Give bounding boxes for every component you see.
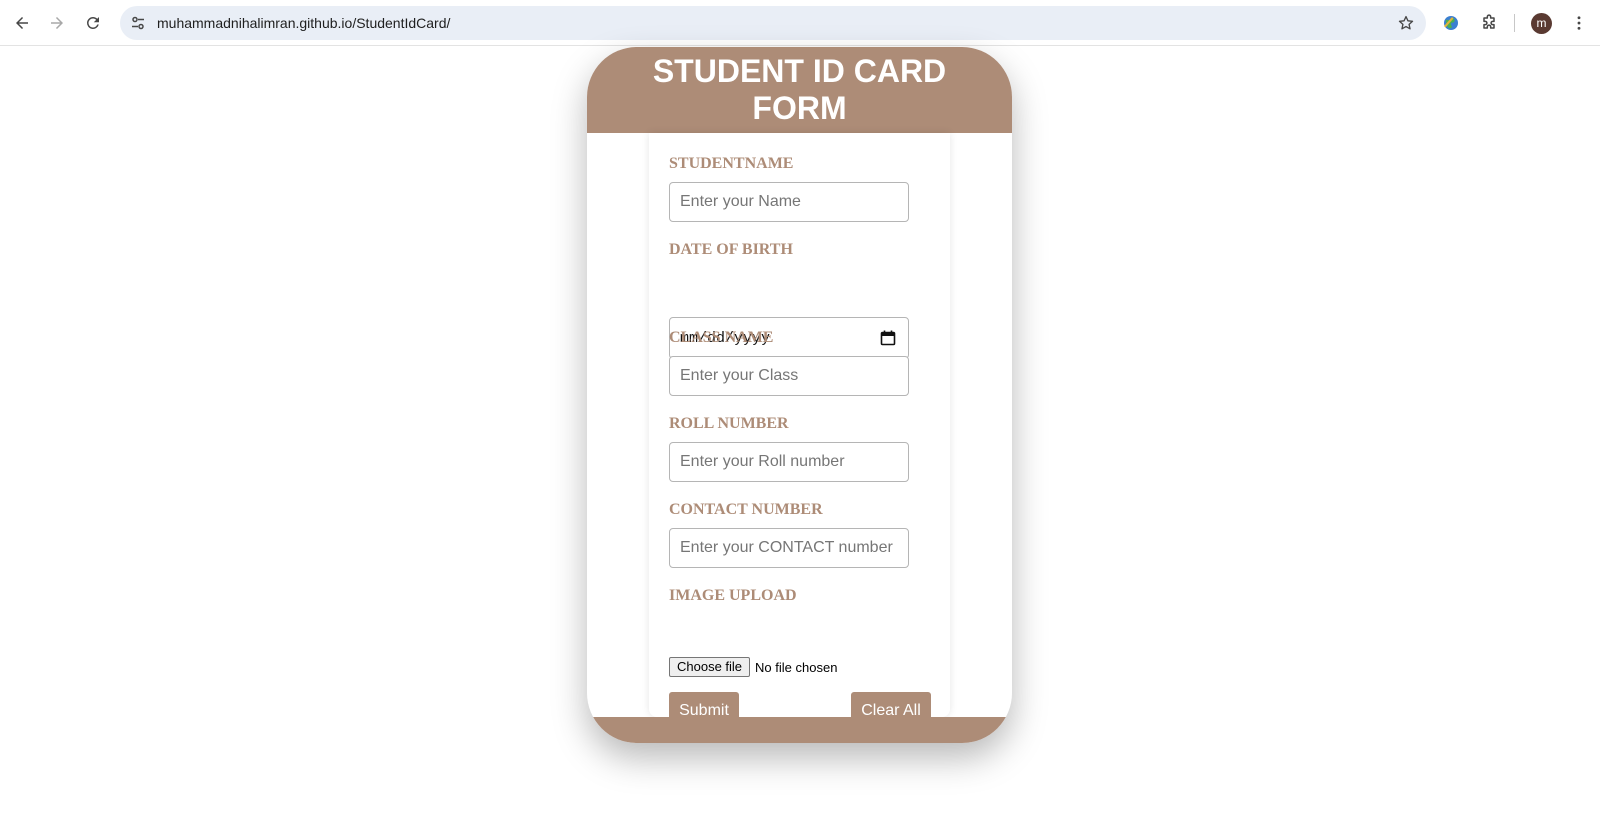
- student-form: STUDENTNAME DATE OF BIRTH mm/dd/yyyy CLA…: [649, 133, 950, 730]
- class-name-input[interactable]: [669, 356, 909, 396]
- calendar-icon[interactable]: [880, 330, 896, 346]
- image-upload-label: IMAGE UPLOAD: [669, 587, 797, 604]
- class-name-label: CLASS NAME: [669, 329, 774, 346]
- forward-arrow-icon: [51, 17, 63, 29]
- star-icon: [1398, 15, 1414, 30]
- extensions-button[interactable]: [1478, 12, 1500, 34]
- profile-avatar[interactable]: m: [1531, 13, 1552, 34]
- url-text[interactable]: muhammadnihalimran.github.io/StudentIdCa…: [157, 15, 450, 31]
- back-button[interactable]: [8, 9, 36, 37]
- choose-file-button[interactable]: Choose file: [669, 657, 751, 677]
- dob-label: DATE OF BIRTH: [669, 241, 793, 258]
- bookmark-button[interactable]: [1396, 13, 1416, 33]
- contact-number-label: CONTACT NUMBER: [669, 501, 823, 518]
- reload-icon: [86, 16, 99, 29]
- browser-toolbar: muhammadnihalimran.github.io/StudentIdCa…: [0, 0, 1600, 46]
- reload-button[interactable]: [79, 9, 107, 37]
- extension-button[interactable]: [1441, 13, 1461, 33]
- browser-menu-button[interactable]: [1568, 12, 1590, 34]
- roll-number-input[interactable]: [669, 442, 909, 482]
- site-info-button[interactable]: [124, 9, 152, 37]
- file-status-text: No file chosen: [755, 659, 838, 675]
- toolbar-divider: [1514, 14, 1515, 32]
- page-title: STUDENT ID CARD FORM: [652, 53, 947, 126]
- card-footer: [587, 717, 1012, 743]
- roll-number-label: ROLL NUMBER: [669, 415, 789, 432]
- puzzle-icon: [1483, 14, 1495, 29]
- kebab-menu-icon: [1577, 16, 1581, 30]
- globe-icon: [1444, 16, 1458, 30]
- image-upload-field: Choose file No file chosen: [669, 657, 837, 677]
- student-name-label: STUDENTNAME: [669, 155, 794, 172]
- id-card: STUDENT ID CARD FORM STUDENTNAME DATE OF…: [587, 47, 1012, 743]
- contact-number-input[interactable]: [669, 528, 909, 568]
- address-bar[interactable]: muhammadnihalimran.github.io/StudentIdCa…: [120, 6, 1426, 40]
- forward-button[interactable]: [43, 9, 71, 37]
- tune-icon: [132, 16, 144, 30]
- card-header: STUDENT ID CARD FORM: [587, 47, 1012, 133]
- back-arrow-icon: [16, 17, 28, 29]
- student-name-input[interactable]: [669, 182, 909, 222]
